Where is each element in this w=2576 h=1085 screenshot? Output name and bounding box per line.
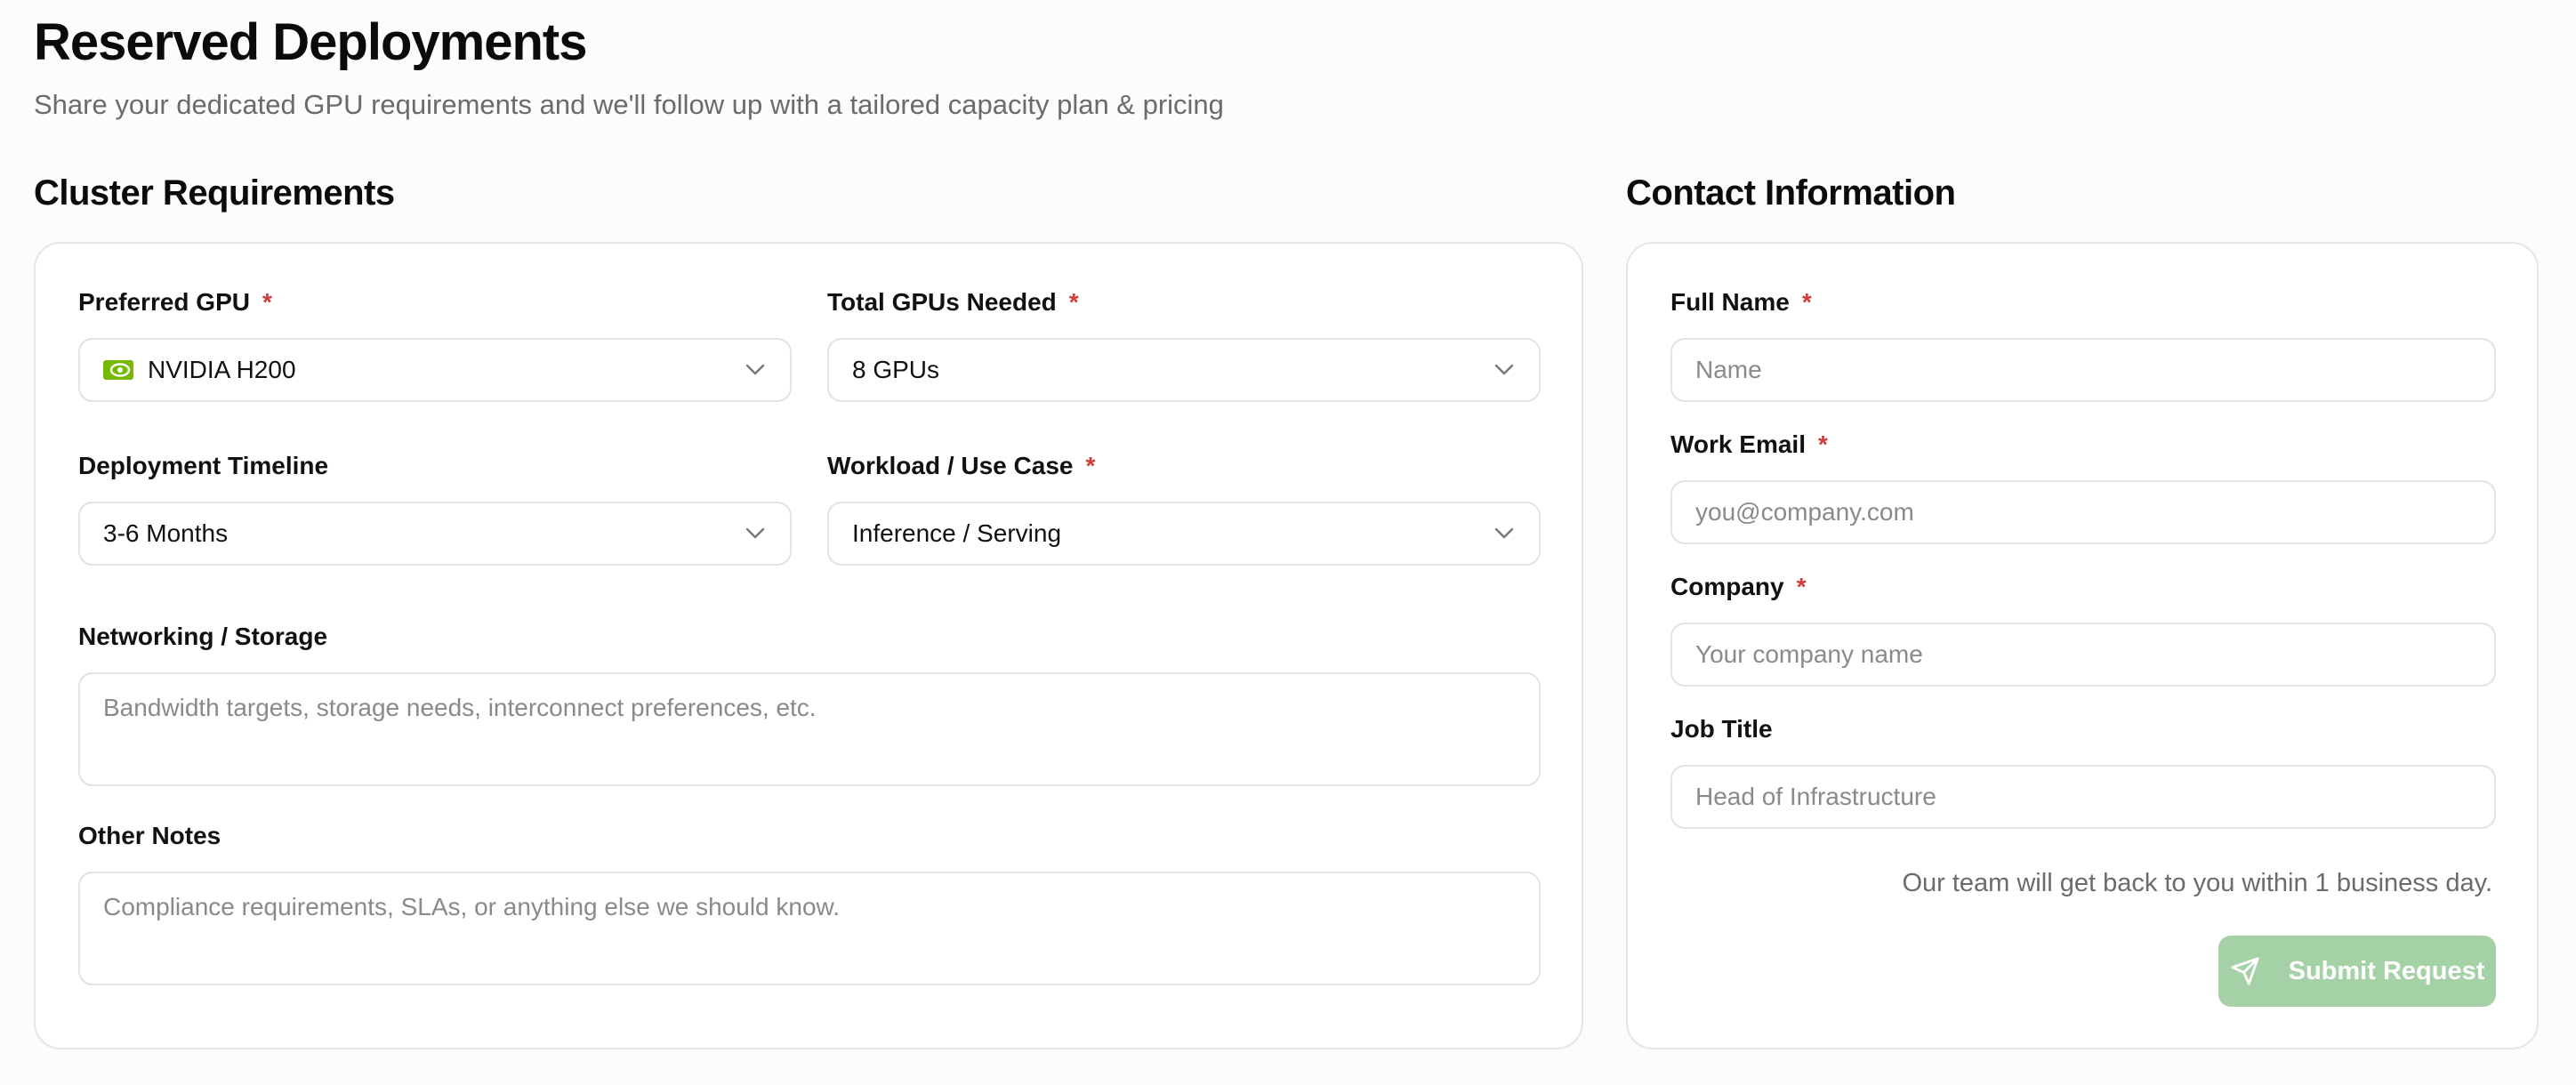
required-marker: *: [1068, 288, 1079, 316]
workload-label: Workload / Use Case *: [827, 452, 1096, 479]
cluster-requirements-title: Cluster Requirements: [34, 173, 395, 213]
page-title: Reserved Deployments: [34, 13, 587, 71]
page-subtitle: Share your dedicated GPU requirements an…: [34, 89, 1224, 120]
submit-request-label: Submit Request: [2288, 956, 2485, 985]
company-label: Company *: [1670, 573, 1807, 600]
send-icon: [2230, 956, 2260, 986]
networking-storage-textarea[interactable]: [78, 672, 1541, 786]
preferred-gpu-label: Preferred GPU *: [78, 288, 272, 316]
company-input[interactable]: [1670, 623, 2496, 687]
chevron-down-icon: [1493, 522, 1516, 545]
nvidia-logo-icon: [103, 360, 133, 380]
required-marker: *: [1085, 452, 1096, 479]
other-notes-label: Other Notes: [78, 822, 221, 849]
job-title-label: Job Title: [1670, 715, 1773, 743]
total-gpus-select[interactable]: 8 GPUs: [827, 338, 1541, 402]
total-gpus-value: 8 GPUs: [852, 356, 940, 383]
workload-select[interactable]: Inference / Serving: [827, 502, 1541, 566]
job-title-input[interactable]: [1670, 765, 2496, 829]
submit-request-button[interactable]: Submit Request: [2218, 936, 2496, 1007]
preferred-gpu-value: NVIDIA H200: [148, 356, 296, 383]
required-marker: *: [262, 288, 272, 316]
required-marker: *: [1796, 573, 1807, 600]
response-time-note: Our team will get back to you within 1 b…: [1902, 869, 2492, 897]
chevron-down-icon: [744, 358, 767, 382]
work-email-input[interactable]: [1670, 480, 2496, 544]
full-name-label: Full Name *: [1670, 288, 1812, 316]
preferred-gpu-select[interactable]: NVIDIA H200: [78, 338, 792, 402]
cluster-requirements-card: Preferred GPU * NVIDIA H200 Total GPUs Ne…: [34, 242, 1583, 1049]
chevron-down-icon: [1493, 358, 1516, 382]
deployment-timeline-select[interactable]: 3-6 Months: [78, 502, 792, 566]
total-gpus-label: Total GPUs Needed *: [827, 288, 1079, 316]
other-notes-textarea[interactable]: [78, 872, 1541, 985]
full-name-input[interactable]: [1670, 338, 2496, 402]
work-email-label: Work Email *: [1670, 430, 1828, 458]
chevron-down-icon: [744, 522, 767, 545]
required-marker: *: [1817, 430, 1828, 458]
deployment-timeline-value: 3-6 Months: [103, 519, 229, 547]
required-marker: *: [1801, 288, 1812, 316]
networking-storage-label: Networking / Storage: [78, 623, 328, 650]
contact-information-card: Full Name* Work Email* Company* Job Titl…: [1626, 242, 2539, 1049]
deployment-timeline-label: Deployment Timeline: [78, 452, 329, 479]
workload-value: Inference / Serving: [852, 519, 1062, 547]
contact-information-title: Contact Information: [1626, 173, 1956, 213]
